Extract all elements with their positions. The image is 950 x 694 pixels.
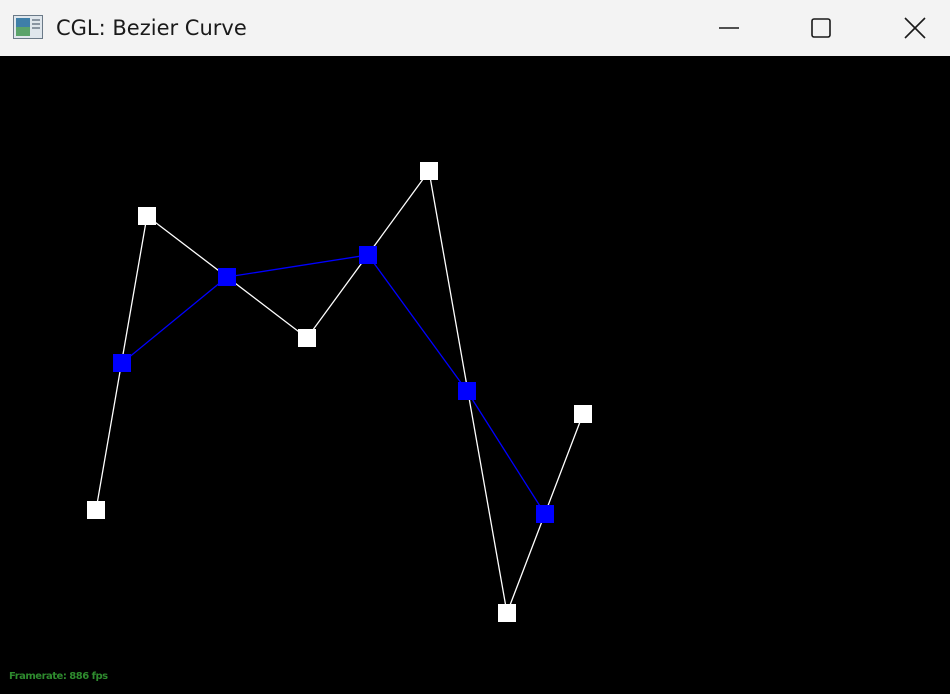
derived-point — [536, 505, 554, 523]
minimize-icon — [719, 27, 739, 29]
window-title: CGL: Bezier Curve — [56, 16, 247, 40]
control-point[interactable] — [498, 604, 516, 622]
derived-point — [359, 246, 377, 264]
close-icon — [904, 17, 926, 39]
control-point[interactable] — [574, 405, 592, 423]
bezier-canvas[interactable] — [0, 56, 950, 694]
title-bar[interactable]: CGL: Bezier Curve — [0, 0, 950, 56]
app-window: CGL: Bezier Curve Framerate: 886 fps — [0, 0, 950, 694]
framerate-label: Framerate: 886 fps — [9, 671, 108, 682]
control-point[interactable] — [298, 329, 316, 347]
control-point[interactable] — [138, 207, 156, 225]
maximize-icon — [811, 18, 831, 38]
maximize-button[interactable] — [775, 0, 867, 56]
derived-point — [218, 268, 236, 286]
control-point[interactable] — [87, 501, 105, 519]
control-point[interactable] — [420, 162, 438, 180]
derived-point — [458, 382, 476, 400]
app-window-icon — [13, 15, 43, 39]
close-button[interactable] — [867, 0, 950, 56]
derived-point — [113, 354, 131, 372]
canvas-background — [0, 56, 950, 694]
minimize-button[interactable] — [683, 0, 775, 56]
